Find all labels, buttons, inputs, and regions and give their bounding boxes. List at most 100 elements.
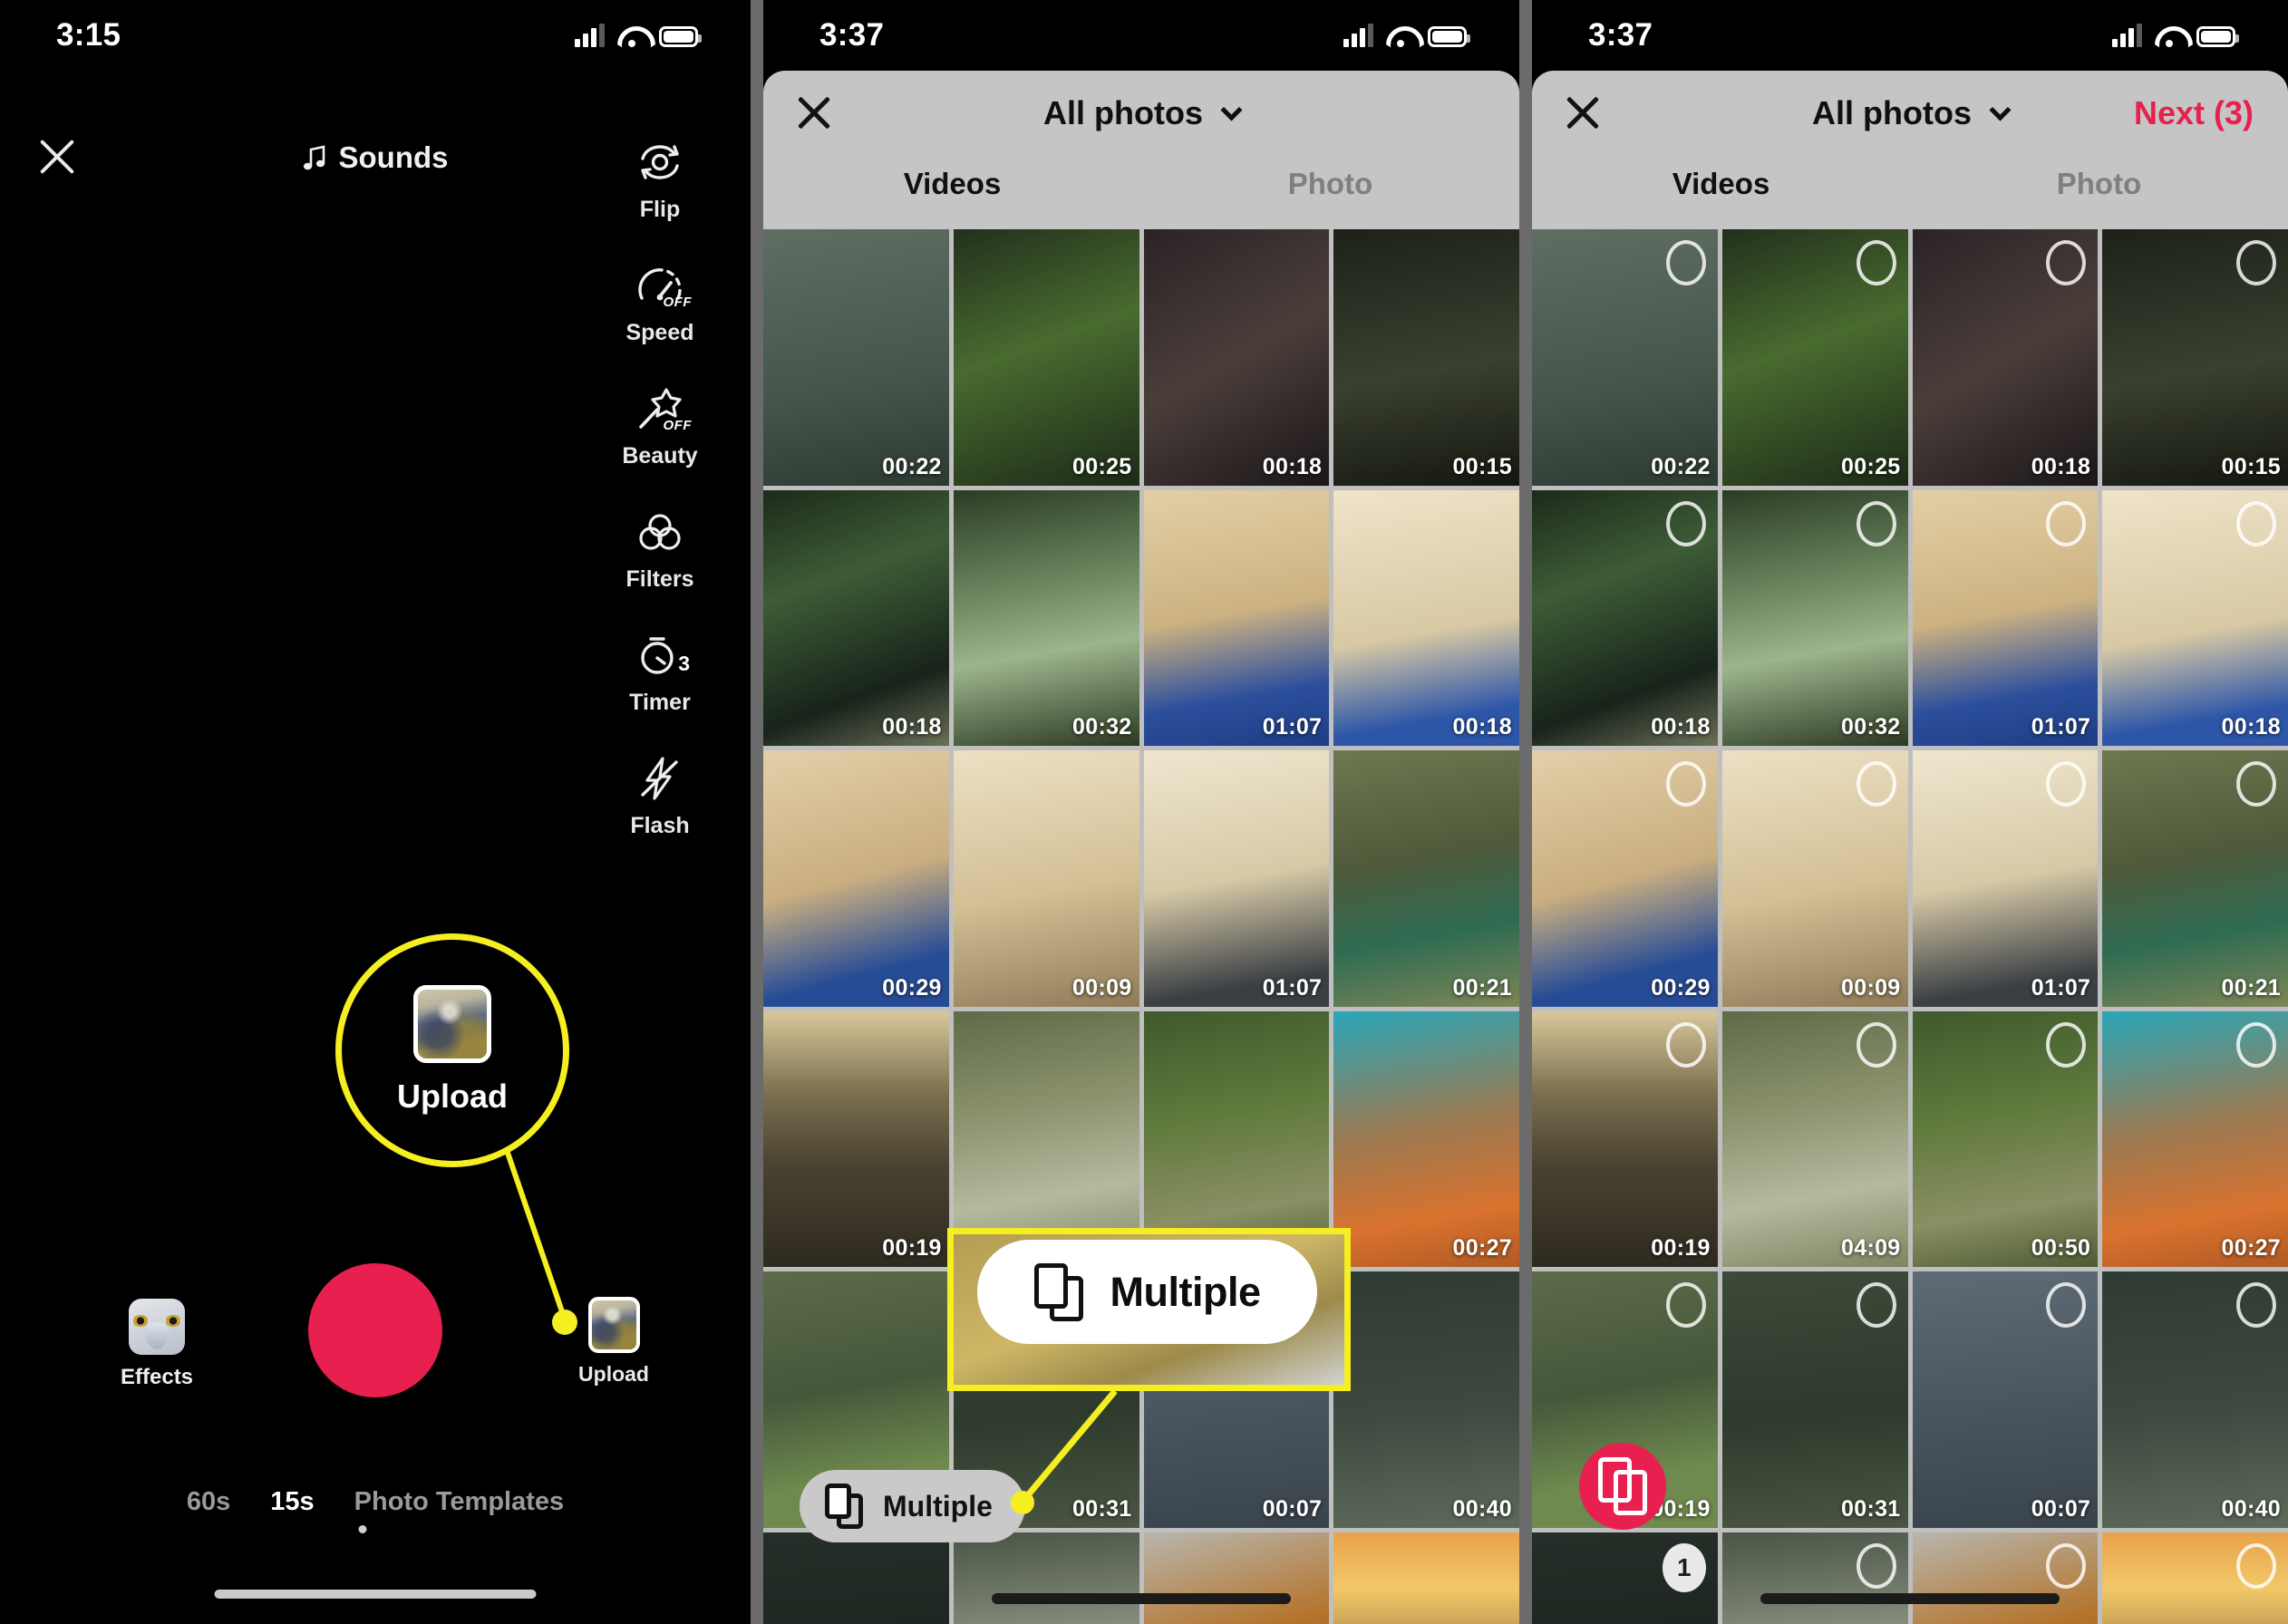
clip-duration: 00:18 bbox=[1651, 714, 1711, 740]
media-grid-cell[interactable]: 00:11 bbox=[2102, 1532, 2288, 1624]
media-grid-cell[interactable]: 00:07 bbox=[1912, 1271, 2099, 1528]
status-bar-gallery-selected: 3:37 bbox=[1532, 0, 2288, 71]
media-grid-scroll[interactable]: 00:22 00:25 00:18 00:15 00:18 00:32 01:07 00:18… bbox=[1532, 229, 2288, 1624]
media-grid-cell[interactable]: 00:18 bbox=[1333, 489, 1519, 747]
media-grid-cell[interactable]: 00:19 bbox=[1532, 1010, 1718, 1268]
selection-circle[interactable] bbox=[1856, 500, 1896, 546]
media-grid-cell[interactable]: 00:21 bbox=[2102, 750, 2288, 1007]
selection-circle[interactable] bbox=[2236, 1542, 2276, 1589]
album-selector[interactable]: All photos bbox=[763, 94, 1519, 132]
selection-circle[interactable] bbox=[2236, 500, 2276, 546]
tool-filters[interactable]: Filters bbox=[625, 506, 694, 593]
status-icons bbox=[575, 24, 702, 47]
media-grid-cell[interactable]: 04:09 bbox=[1721, 1010, 1908, 1268]
selection-circle[interactable] bbox=[2236, 1282, 2276, 1329]
camera-bottom-bar: Effects Upload 60s 15s Photo Templates bbox=[0, 1234, 751, 1624]
selection-circle[interactable] bbox=[1856, 1282, 1896, 1329]
media-grid-cell[interactable]: 00:29 bbox=[763, 750, 949, 1007]
clip-duration: 00:18 bbox=[2031, 453, 2091, 479]
media-grid-cell[interactable]: 00:32 bbox=[1721, 489, 1908, 747]
media-grid-cell[interactable]: 00:22 bbox=[763, 229, 949, 486]
selection-circle[interactable] bbox=[1856, 1021, 1896, 1068]
media-grid-cell[interactable]: 00:32 bbox=[953, 489, 1139, 747]
tool-speed[interactable]: OFF Speed bbox=[625, 259, 694, 346]
selection-circle[interactable] bbox=[2236, 761, 2276, 807]
tool-flash[interactable]: Flash bbox=[630, 752, 690, 839]
media-grid-cell[interactable]: 00:25 bbox=[1721, 229, 1908, 486]
media-grid-cell[interactable]: 00:18 bbox=[763, 1532, 949, 1624]
selection-circle[interactable] bbox=[2046, 1542, 2087, 1589]
media-grid-cell[interactable]: 00:22 bbox=[1532, 229, 1718, 486]
media-grid-cell[interactable]: 00:20 bbox=[1143, 1532, 1330, 1624]
selection-circle[interactable] bbox=[1856, 1542, 1896, 1589]
media-grid-scroll[interactable]: 00:22 00:25 00:18 00:15 00:18 00:32 01:07 00:18… bbox=[763, 229, 1519, 1624]
media-grid-cell[interactable]: 00:31 bbox=[1721, 1271, 1908, 1528]
media-grid-cell[interactable]: 100:18 bbox=[1532, 1532, 1718, 1624]
selection-circle[interactable] bbox=[2046, 500, 2087, 546]
selection-circle[interactable] bbox=[2046, 1021, 2087, 1068]
media-thumbnail bbox=[763, 1532, 949, 1624]
selection-circle[interactable] bbox=[1856, 761, 1896, 807]
media-grid-cell[interactable]: 00:09 bbox=[1721, 750, 1908, 1007]
tab-videos[interactable]: Videos bbox=[1532, 165, 1910, 229]
multiple-select-fab[interactable] bbox=[1579, 1443, 1666, 1530]
tab-photo[interactable]: Photo bbox=[1910, 165, 2288, 229]
media-grid-cell[interactable]: 00:27 bbox=[2102, 1010, 2288, 1268]
media-grid-cell[interactable]: 01:07 bbox=[1912, 489, 2099, 747]
media-grid-cell[interactable]: 00:21 bbox=[1333, 750, 1519, 1007]
media-grid-cell[interactable]: 00:40 bbox=[1333, 1271, 1519, 1528]
clip-duration: 00:18 bbox=[1452, 714, 1512, 740]
tab-videos[interactable]: Videos bbox=[763, 165, 1141, 229]
media-grid-cell[interactable]: 00:18 bbox=[2102, 489, 2288, 747]
effects-button[interactable]: Effects bbox=[121, 1299, 193, 1390]
media-thumbnail bbox=[953, 489, 1139, 747]
selection-circle[interactable] bbox=[2236, 1021, 2276, 1068]
media-grid-cell[interactable]: 00:18 bbox=[1912, 229, 2099, 486]
media-grid-cell[interactable]: 01:07 bbox=[1143, 489, 1330, 747]
media-grid-cell[interactable]: 00:18 bbox=[1532, 489, 1718, 747]
media-grid-cell[interactable]: 00:27 bbox=[1333, 1010, 1519, 1268]
media-grid-cell[interactable]: 00:50 bbox=[1912, 1010, 2099, 1268]
media-grid-cell[interactable]: 00:18 bbox=[1143, 229, 1330, 486]
media-grid-cell[interactable]: 00:09 bbox=[953, 750, 1139, 1007]
media-grid-cell[interactable]: 00:18 bbox=[763, 489, 949, 747]
selection-order-badge[interactable]: 1 bbox=[1662, 1542, 1706, 1592]
mode-15s[interactable]: 15s bbox=[270, 1487, 314, 1517]
selection-circle[interactable] bbox=[2236, 240, 2276, 285]
mode-photo-templates[interactable]: Photo Templates bbox=[354, 1487, 565, 1517]
media-grid-cell[interactable]: 00:11 bbox=[1333, 1532, 1519, 1624]
clip-duration: 00:18 bbox=[882, 714, 942, 740]
next-button[interactable]: Next (3) bbox=[2134, 94, 2254, 132]
selection-circle[interactable] bbox=[1665, 500, 1706, 546]
media-grid-cell[interactable]: 01:07 bbox=[1143, 750, 1330, 1007]
media-grid-cell[interactable]: 01:07 bbox=[1912, 750, 2099, 1007]
battery-icon bbox=[1428, 26, 1470, 47]
tab-photo[interactable]: Photo bbox=[1141, 165, 1519, 229]
clip-duration: 00:50 bbox=[2031, 1235, 2091, 1262]
selection-circle[interactable] bbox=[1665, 1282, 1706, 1329]
media-grid-cell[interactable]: 00:20 bbox=[1912, 1532, 2099, 1624]
selection-circle[interactable] bbox=[2046, 240, 2087, 285]
selection-circle[interactable] bbox=[1665, 1021, 1706, 1068]
media-grid-cell[interactable]: 00:25 bbox=[953, 229, 1139, 486]
upload-button[interactable]: Upload bbox=[578, 1297, 649, 1387]
media-grid-cell[interactable]: 00:40 bbox=[2102, 1271, 2288, 1528]
media-grid-cell[interactable]: 00:39 bbox=[953, 1532, 1139, 1624]
media-grid-cell[interactable]: 00:19 bbox=[763, 1010, 949, 1268]
media-grid-cell[interactable]: 00:29 bbox=[1532, 750, 1718, 1007]
clip-duration: 00:18 bbox=[2221, 714, 2281, 740]
media-grid-cell[interactable]: 00:39 bbox=[1721, 1532, 1908, 1624]
gallery-thumbnail-icon bbox=[587, 1297, 640, 1353]
tool-flip[interactable]: Flip bbox=[632, 136, 688, 223]
record-button[interactable] bbox=[308, 1263, 442, 1397]
tool-beauty[interactable]: OFF Beauty bbox=[622, 382, 698, 469]
tool-timer[interactable]: 3 Timer bbox=[629, 629, 691, 716]
media-grid-cell[interactable]: 00:15 bbox=[1333, 229, 1519, 486]
selection-circle[interactable] bbox=[1665, 240, 1706, 285]
multiple-select-chip[interactable]: Multiple bbox=[800, 1470, 1025, 1542]
selection-circle[interactable] bbox=[1665, 761, 1706, 807]
album-title: All photos bbox=[1812, 94, 1972, 131]
mode-60s[interactable]: 60s bbox=[187, 1487, 230, 1517]
selection-circle[interactable] bbox=[1856, 240, 1896, 285]
media-grid-cell[interactable]: 00:15 bbox=[2102, 229, 2288, 486]
